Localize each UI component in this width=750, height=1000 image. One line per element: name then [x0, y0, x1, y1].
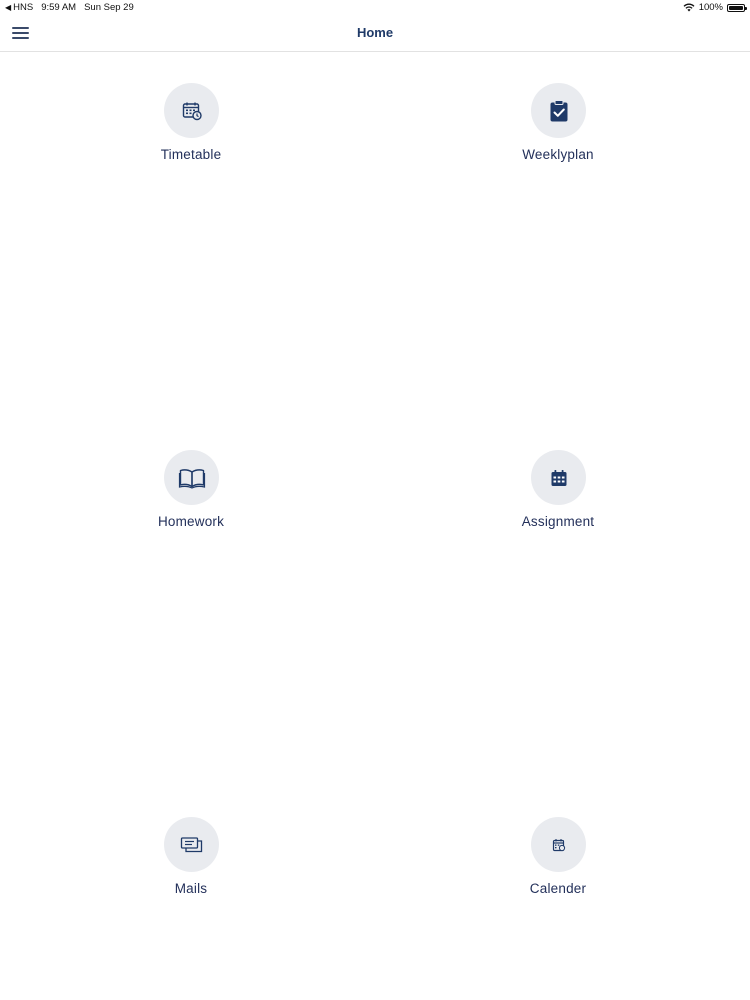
calendar-clock-icon	[182, 102, 202, 120]
battery-icon	[727, 3, 747, 12]
tile-label: Calender	[529, 881, 587, 896]
status-bar-right: 100%	[683, 2, 747, 13]
open-book-icon	[178, 468, 205, 489]
wifi-icon	[683, 3, 695, 12]
tile-icon-circle	[531, 817, 586, 872]
tile-icon-circle	[164, 817, 219, 872]
tile-weeklyplan[interactable]: Weeklyplan	[488, 83, 628, 173]
message-icon	[180, 836, 202, 852]
carrier-label: HNS	[13, 2, 34, 13]
status-bar-left: ◀ HNS 9:59 AM Sun Sep 29	[5, 2, 134, 13]
status-date: Sun Sep 29	[84, 2, 134, 13]
battery-percent: 100%	[698, 2, 723, 13]
back-to-app-icon[interactable]: ◀	[5, 3, 11, 12]
tile-timetable[interactable]: Timetable	[121, 83, 261, 173]
clipboard-check-icon	[550, 99, 567, 121]
tile-label: Assignment	[521, 514, 595, 529]
tile-label: Homework	[157, 514, 225, 529]
calendar-small-icon	[552, 838, 565, 851]
tile-mails[interactable]: Mails	[121, 817, 261, 907]
tile-icon-circle	[531, 83, 586, 138]
status-time: 9:59 AM	[41, 2, 77, 13]
tile-label: Mails	[174, 881, 208, 896]
calendar-grid-icon	[551, 469, 566, 486]
tile-label: Timetable	[160, 147, 222, 162]
navigation-bar: Home	[0, 16, 750, 52]
status-bar: ◀ HNS 9:59 AM Sun Sep 29 100%	[0, 0, 750, 16]
tile-icon-circle	[531, 450, 586, 505]
tile-icon-circle	[164, 83, 219, 138]
tile-assignment[interactable]: Assignment	[488, 450, 628, 540]
tile-icon-circle	[164, 450, 219, 505]
tile-calender[interactable]: Calender	[488, 817, 628, 907]
tile-label: Weeklyplan	[522, 147, 594, 162]
page-title: Home	[356, 25, 394, 40]
tile-homework[interactable]: Homework	[121, 450, 261, 540]
